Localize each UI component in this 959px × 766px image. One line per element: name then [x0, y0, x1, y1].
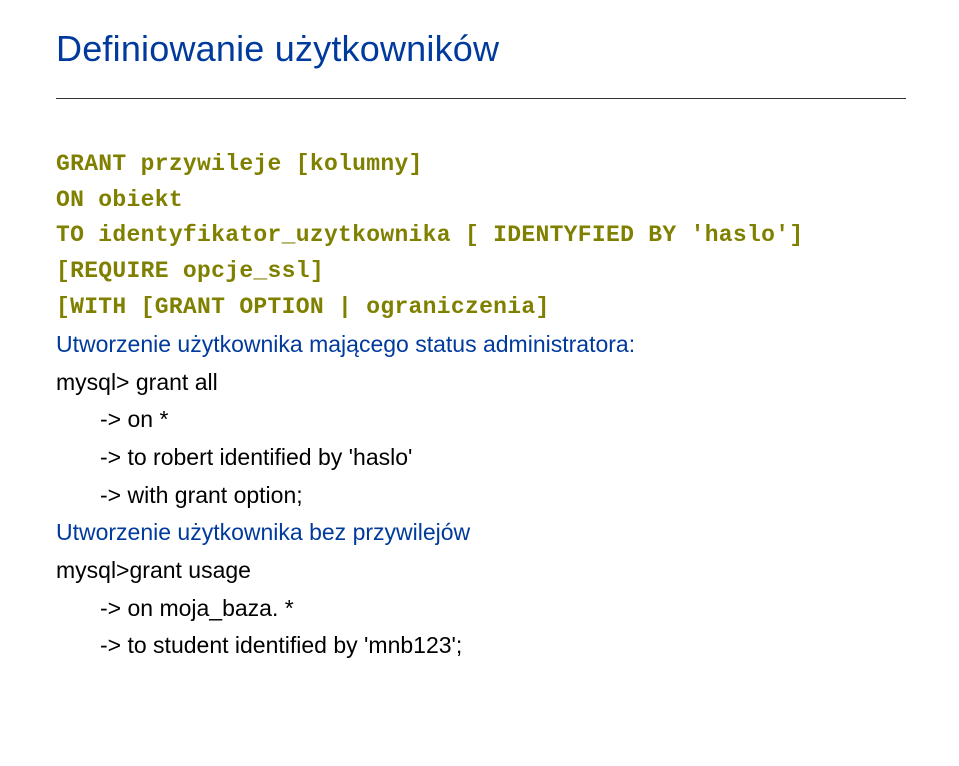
section1-heading: Utworzenie użytkownika mającego status a… — [56, 327, 903, 363]
section1-line-4: -> with grant option; — [56, 478, 903, 514]
section1-line-3: -> to robert identified by 'haslo' — [56, 440, 903, 476]
page-title: Definiowanie użytkowników — [56, 28, 903, 70]
section2-line-3: -> to student identified by 'mnb123'; — [56, 628, 903, 664]
section1-line-2: -> on * — [56, 402, 903, 438]
slide: Definiowanie użytkowników GRANT przywile… — [0, 0, 959, 766]
syntax-line-3: TO identyfikator_uzytkownika [ IDENTYFIE… — [56, 218, 903, 254]
syntax-line-4: [REQUIRE opcje_ssl] — [56, 254, 903, 290]
title-rule — [56, 98, 906, 99]
section2-heading: Utworzenie użytkownika bez przywilejów — [56, 515, 903, 551]
section1-line-1: mysql> grant all — [56, 365, 903, 401]
section2-line-2: -> on moja_baza. * — [56, 591, 903, 627]
syntax-line-2: ON obiekt — [56, 183, 903, 219]
content-block: GRANT przywileje [kolumny] ON obiekt TO … — [56, 147, 903, 664]
section2-line-1: mysql>grant usage — [56, 553, 903, 589]
syntax-line-5: [WITH [GRANT OPTION | ograniczenia] — [56, 290, 903, 326]
syntax-line-1: GRANT przywileje [kolumny] — [56, 147, 903, 183]
